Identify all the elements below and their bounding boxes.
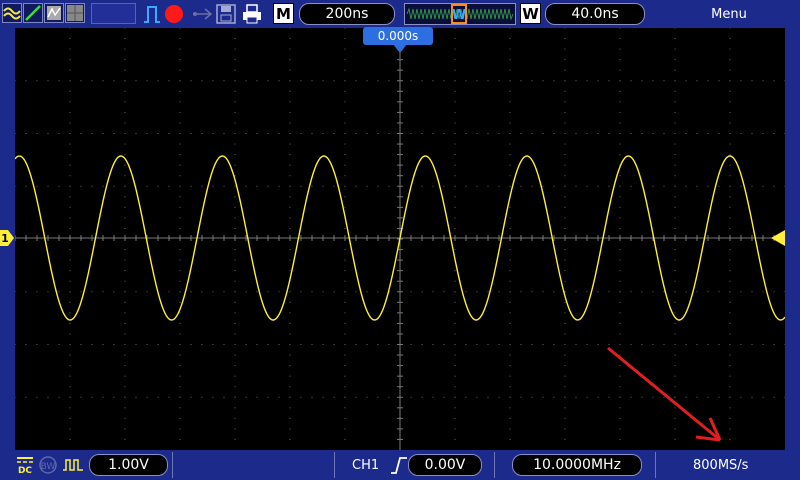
trigger-level-readout[interactable]: 0.00V [408, 454, 482, 476]
bandwidth-limit-icon[interactable]: BW [38, 455, 58, 475]
separator [494, 452, 495, 478]
waveform-overview[interactable]: W [404, 3, 516, 25]
run-stop-indicator-icon[interactable] [165, 5, 183, 23]
separator [655, 452, 656, 478]
dc-coupling-icon[interactable]: DC [16, 455, 34, 476]
persistence-icon[interactable] [44, 3, 64, 23]
save-icon[interactable] [215, 3, 237, 25]
trigger-level-marker-icon[interactable] [771, 230, 785, 246]
grid-icon[interactable] [65, 3, 85, 23]
frequency-counter-readout: 10.0000MHz [512, 454, 642, 476]
top-toolbar: M 200ns W W 40.0ns Menu [0, 0, 800, 28]
usb-icon [191, 5, 215, 23]
trigger-position-badge[interactable]: 0.000s [363, 27, 433, 45]
dots-display-icon[interactable] [23, 3, 43, 23]
red-annotation-arrow-icon [607, 346, 722, 442]
window-timebase-readout[interactable]: 40.0ns [545, 3, 645, 25]
trigger-position-arrow-icon [393, 44, 407, 53]
ch1-volts-per-div[interactable]: 1.00V [89, 454, 168, 476]
channel1-ground-marker[interactable]: 1 [0, 230, 14, 246]
sample-rate-readout: 800MS/s [693, 458, 749, 473]
svg-text:BW: BW [41, 462, 56, 472]
digital-filter-icon[interactable] [62, 456, 84, 474]
main-timebase-label: M [273, 3, 294, 24]
timebase-readout[interactable]: 200ns [299, 3, 395, 25]
coupling-label: DC [18, 466, 32, 475]
svg-text:W: W [452, 8, 466, 23]
channel1-marker-label: 1 [1, 232, 9, 245]
status-slot [91, 3, 136, 24]
trigger-source-label[interactable]: CH1 [352, 458, 379, 473]
separator [172, 452, 173, 478]
separator [334, 452, 335, 478]
window-timebase-label: W [520, 3, 541, 24]
print-icon[interactable] [241, 3, 263, 25]
vector-display-icon[interactable] [2, 3, 22, 23]
menu-button[interactable]: Menu [700, 4, 758, 24]
pulse-trigger-icon[interactable] [142, 4, 162, 24]
rising-edge-icon[interactable] [390, 455, 408, 475]
